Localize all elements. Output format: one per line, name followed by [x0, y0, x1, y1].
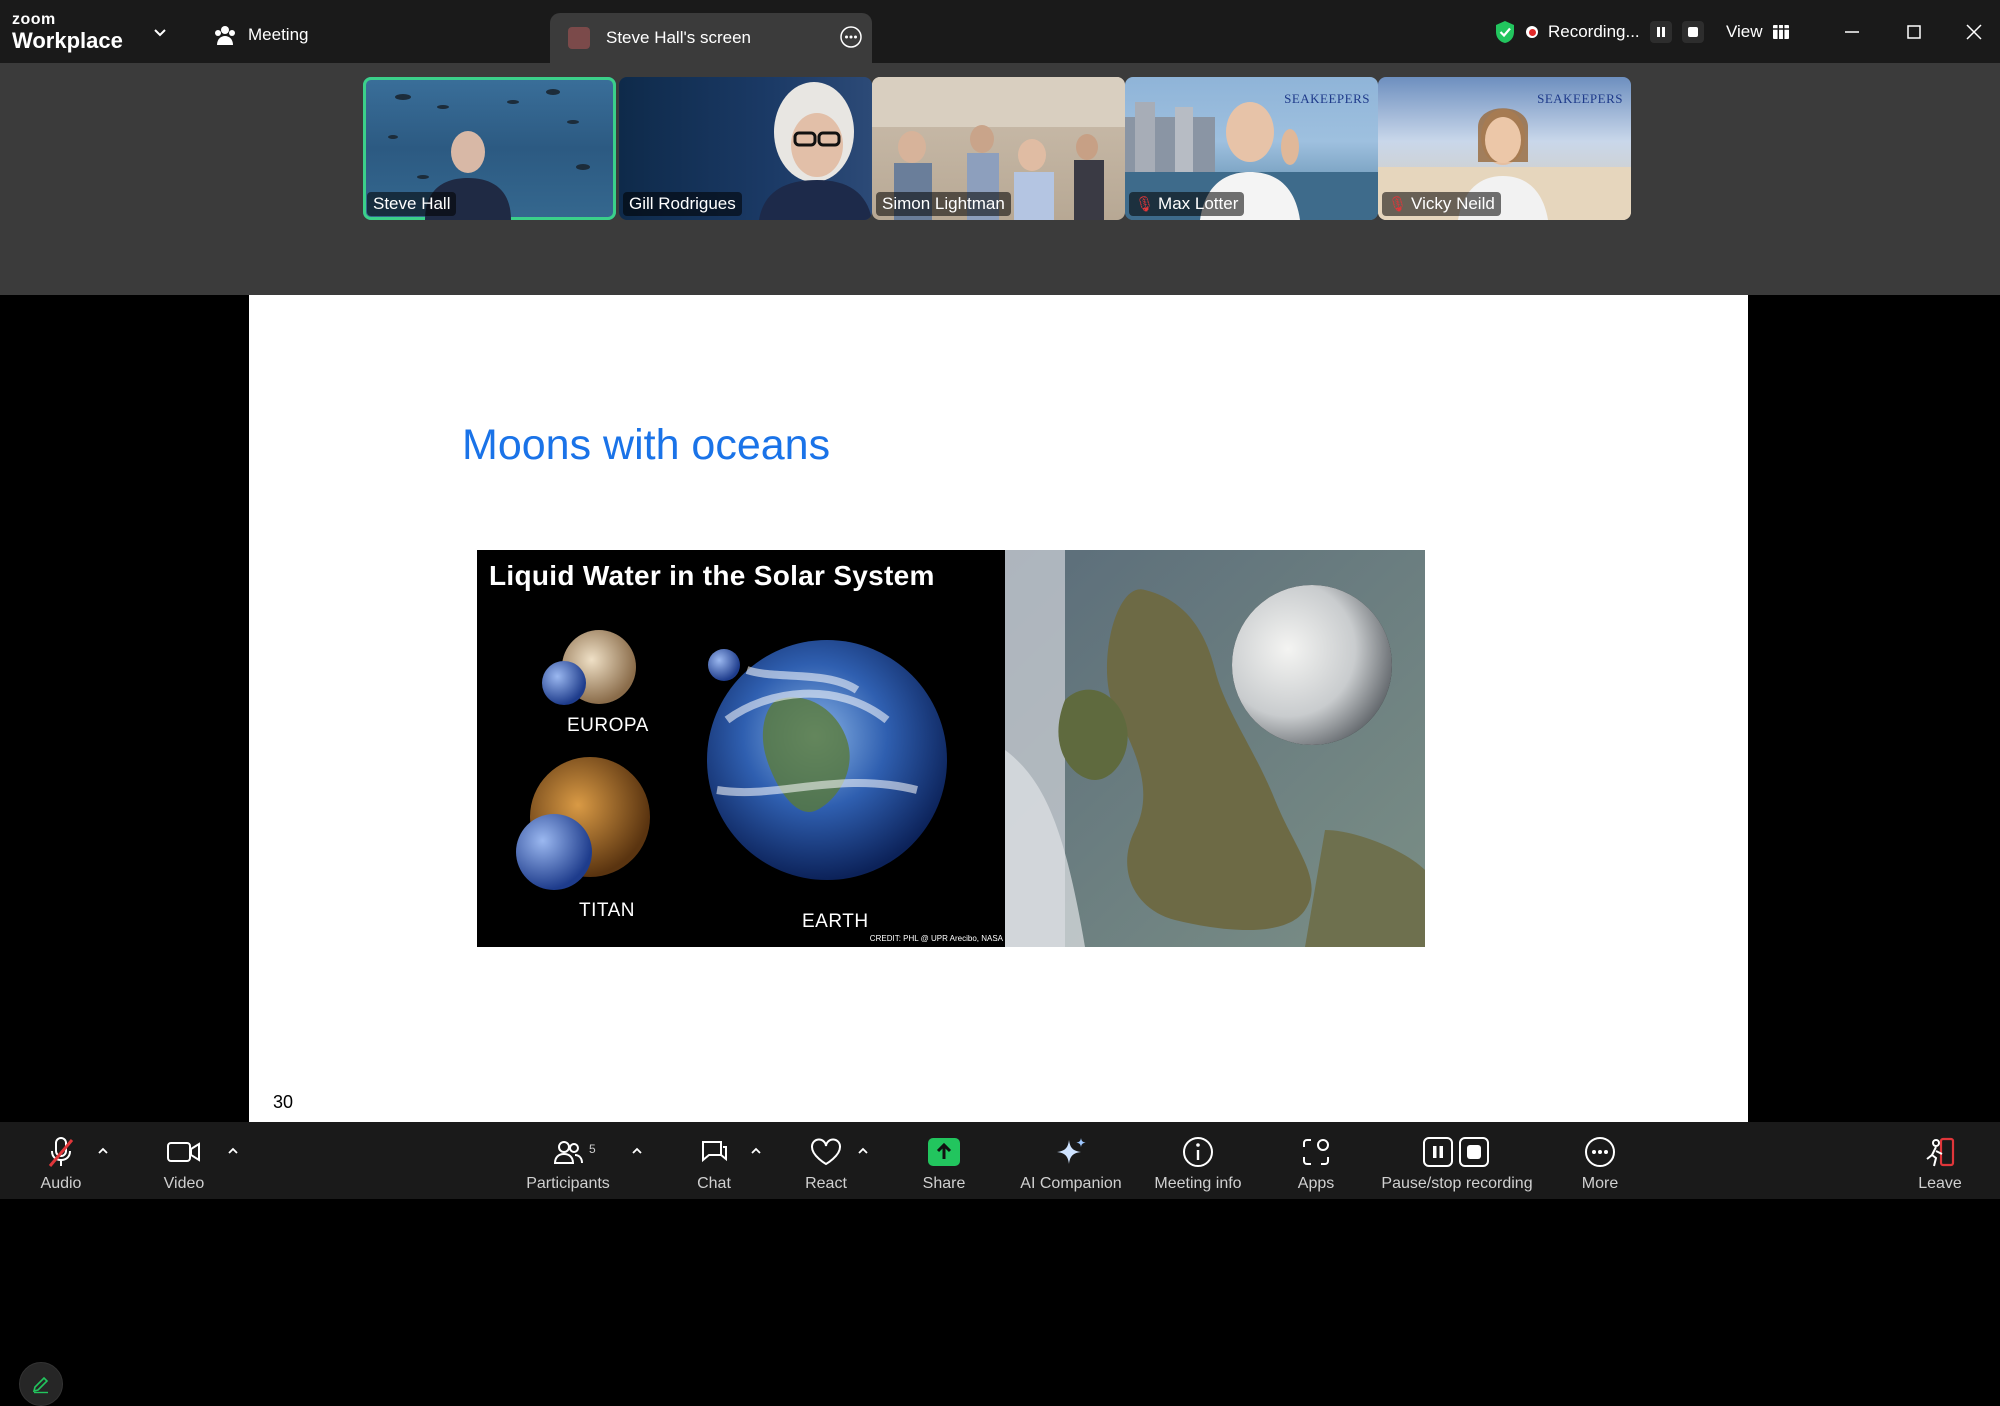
chevron-up-icon[interactable]	[630, 1144, 644, 1158]
satellite-illustration	[1005, 550, 1425, 947]
muted-mic-icon: 🎙	[1388, 196, 1408, 213]
chevron-up-icon[interactable]	[226, 1144, 240, 1158]
participants-button[interactable]: Participants	[520, 1122, 616, 1199]
stop-recording-button[interactable]	[1681, 21, 1704, 43]
image-title: Liquid Water in the Solar System	[489, 560, 935, 591]
leave-button[interactable]: Leave	[1916, 1122, 1964, 1199]
seakeepers-logo: SEAKEEPERS	[1537, 91, 1623, 106]
people-icon	[215, 26, 235, 45]
europa-label: EUROPA	[567, 715, 649, 736]
annotate-button[interactable]	[19, 1362, 63, 1406]
minimize-icon[interactable]	[1838, 18, 1866, 46]
meeting-tab-label: Meeting	[248, 25, 309, 44]
recording-dot-icon	[1526, 26, 1538, 38]
image-credit: CREDIT: PHL @ UPR Arecibo, NASA	[869, 934, 1003, 943]
more-button[interactable]: More	[1578, 1122, 1622, 1199]
participants-icon	[553, 1141, 583, 1164]
grid-icon	[1772, 25, 1789, 39]
pause-stop-recording-button[interactable]: Pause/stop recording	[1380, 1122, 1534, 1199]
participant-gallery: Steve Hall Gill Rodrigues Simon Lightman	[0, 63, 2000, 295]
pencil-icon	[32, 1376, 49, 1394]
muted-mic-icon: 🎙	[1135, 196, 1155, 213]
info-icon	[1183, 1137, 1213, 1167]
sparkle-icon	[1057, 1138, 1086, 1164]
leave-label: Leave	[1918, 1175, 1962, 1192]
leave-icon	[1926, 1137, 1955, 1167]
slide-page-number: 30	[273, 1092, 294, 1112]
tab-meeting[interactable]: Meeting	[214, 20, 308, 50]
heart-icon	[811, 1138, 841, 1166]
planets-illustration	[516, 630, 947, 890]
video-button[interactable]: Video	[156, 1122, 212, 1199]
pause-stop-label: Pause/stop recording	[1381, 1175, 1533, 1192]
apps-button[interactable]: Apps	[1296, 1122, 1336, 1199]
pause-recording-button[interactable]	[1649, 21, 1672, 43]
meeting-info-button[interactable]: Meeting info	[1150, 1122, 1246, 1199]
audio-label: Audio	[40, 1175, 82, 1192]
chat-button[interactable]: Chat	[690, 1122, 738, 1199]
react-button[interactable]: React	[800, 1122, 852, 1199]
pause-stop-icon	[1423, 1137, 1489, 1167]
brand-top: zoom	[12, 11, 56, 28]
participant-tile[interactable]: Steve Hall	[363, 77, 616, 220]
close-icon[interactable]	[1960, 18, 1988, 46]
chevron-up-icon[interactable]	[856, 1144, 870, 1158]
participant-tile[interactable]: Simon Lightman	[872, 77, 1125, 220]
chat-label: Chat	[697, 1175, 731, 1192]
earth-label: EARTH	[802, 911, 869, 932]
avatar-icon	[568, 27, 590, 49]
react-label: React	[805, 1175, 847, 1192]
apps-label: Apps	[1297, 1175, 1335, 1192]
participants-count: 5	[589, 1142, 596, 1156]
meeting-toolbar: Audio Video Participants 5 Chat React Sh…	[0, 1122, 2000, 1199]
recording-status: Recording...	[1494, 18, 1704, 46]
view-label: View	[1726, 22, 1763, 41]
brand-bottom: Workplace	[12, 28, 123, 53]
chevron-up-icon[interactable]	[749, 1144, 763, 1158]
more-label: More	[1581, 1175, 1619, 1192]
participant-tile[interactable]: SEAKEEPERS 🎙 Max Lotter	[1125, 77, 1378, 220]
chat-icon	[702, 1141, 727, 1163]
participants-label: Participants	[526, 1175, 610, 1192]
title-bar: zoom Workplace Meeting Steve Hall's scre…	[0, 0, 2000, 63]
ai-companion-label: AI Companion	[1020, 1175, 1122, 1192]
tab-shared-screen[interactable]: Steve Hall's screen	[550, 13, 872, 63]
share-button[interactable]: Share	[918, 1122, 970, 1199]
maximize-icon[interactable]	[1900, 18, 1928, 46]
apps-icon	[1303, 1139, 1329, 1165]
video-camera-icon	[167, 1142, 200, 1162]
slide-title: Moons with oceans	[462, 421, 831, 469]
participant-name: Simon Lightman	[876, 192, 1011, 216]
solar-system-water-image: Liquid Water in the Solar System EUROPA …	[477, 550, 1005, 947]
chevron-down-icon[interactable]	[152, 24, 168, 40]
meeting-info-label: Meeting info	[1154, 1175, 1242, 1192]
video-label: Video	[163, 1175, 205, 1192]
more-icon	[1585, 1137, 1615, 1167]
view-button[interactable]: View	[1726, 18, 1789, 46]
seakeepers-logo: SEAKEEPERS	[1284, 91, 1370, 106]
share-label: Share	[922, 1175, 966, 1192]
shared-screen: Moons with oceans Liquid Water in the So	[0, 295, 2000, 1406]
presentation-slide: Moons with oceans Liquid Water in the So	[249, 295, 1748, 1122]
titan-label: TITAN	[579, 900, 635, 921]
pause-icon	[1656, 27, 1665, 37]
shield-check-icon[interactable]	[1494, 20, 1516, 44]
muted-mic-icon	[48, 1137, 74, 1167]
stop-icon	[1687, 27, 1698, 37]
ai-companion-button[interactable]: AI Companion	[1019, 1122, 1123, 1199]
more-options-icon[interactable]	[840, 26, 862, 48]
share-screen-icon	[928, 1138, 960, 1166]
participant-name: 🎙 Max Lotter	[1129, 192, 1245, 216]
britain-satellite-image	[1005, 550, 1425, 947]
audio-button[interactable]: Audio	[30, 1122, 92, 1199]
screen-tab-label: Steve Hall's screen	[606, 28, 751, 47]
participant-tile[interactable]: Gill Rodrigues	[619, 77, 872, 220]
zoom-logo: zoom Workplace	[12, 12, 123, 52]
chevron-up-icon[interactable]	[96, 1144, 110, 1158]
participant-tile[interactable]: SEAKEEPERS 🎙 Vicky Neild	[1378, 77, 1631, 220]
recording-label: Recording...	[1548, 22, 1640, 41]
participant-name: Gill Rodrigues	[623, 192, 742, 216]
participant-name: Steve Hall	[367, 192, 457, 216]
participant-name: 🎙 Vicky Neild	[1382, 192, 1501, 216]
